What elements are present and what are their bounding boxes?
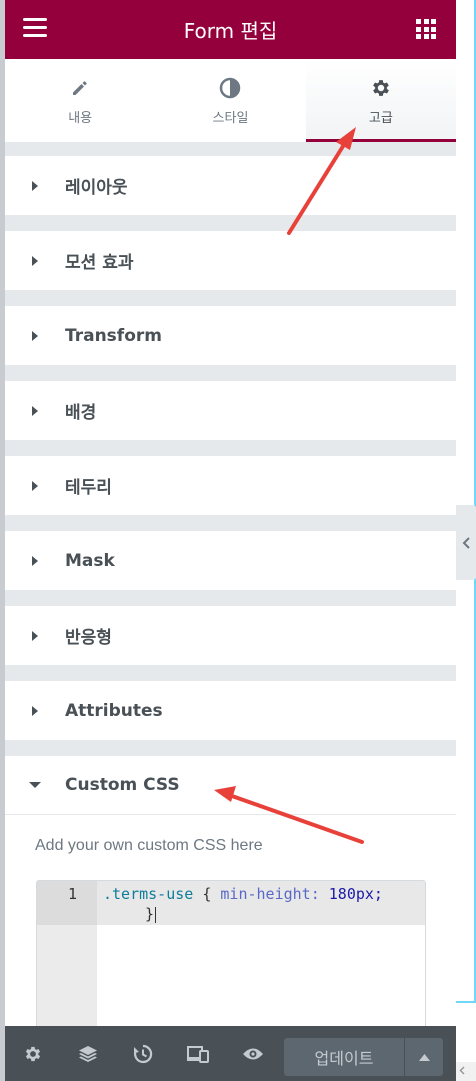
section-responsive[interactable]: 반응형 <box>5 606 456 665</box>
gear-icon <box>25 1046 40 1061</box>
line-number: 1 <box>67 885 77 903</box>
section-label: Mask <box>65 550 115 571</box>
section-transform[interactable]: Transform <box>5 306 456 365</box>
preview-button[interactable] <box>225 1026 280 1081</box>
section-label: 테두리 <box>65 478 112 498</box>
css-code-editor[interactable]: 1 .terms-use { min-height: 180px; } <box>36 880 426 1040</box>
caret-right-icon <box>5 180 65 191</box>
contrast-icon <box>219 75 241 101</box>
code-close-brace: } <box>145 905 155 923</box>
caret-right-icon <box>5 630 65 641</box>
chevron-left-icon <box>459 1066 465 1075</box>
code-line: .terms-use { min-height: 180px; <box>103 885 383 903</box>
caret-up-icon <box>418 1053 430 1061</box>
section-mask[interactable]: Mask <box>5 531 456 590</box>
caret-right-icon <box>5 555 65 566</box>
widgets-grid-icon[interactable] <box>416 19 436 39</box>
tab-label: 고급 <box>368 111 393 126</box>
pencil-icon <box>70 75 90 101</box>
section-background[interactable]: 배경 <box>5 381 456 440</box>
code-property: min-height: <box>220 885 320 903</box>
eye-icon <box>242 1048 263 1059</box>
devices-icon <box>186 1045 209 1063</box>
save-options-button[interactable] <box>405 1038 443 1076</box>
horizontal-scrollbar[interactable] <box>456 1062 476 1081</box>
caret-right-icon <box>5 255 65 266</box>
code-value: 180px; <box>328 885 383 903</box>
code-open-brace: { <box>202 885 212 903</box>
section-label: Custom CSS <box>65 775 180 795</box>
chevron-left-icon <box>462 536 470 549</box>
editor-panel: Form 편집 내용 스타일 고급 레이아웃 모션 효과 Transform 배… <box>5 0 456 1081</box>
tab-bar: 내용 스타일 고급 <box>5 59 456 142</box>
history-icon <box>133 1044 152 1063</box>
section-label: 배경 <box>65 403 97 423</box>
custom-css-body: Add your own custom CSS here 1 .terms-us… <box>5 815 456 1040</box>
section-label: Attributes <box>65 700 163 721</box>
section-attributes[interactable]: Attributes <box>5 681 456 740</box>
panel-header: Form 편집 <box>5 0 456 59</box>
caret-right-icon <box>5 705 65 716</box>
tab-label: 스타일 <box>212 111 249 126</box>
caret-down-icon <box>5 781 65 789</box>
section-custom-css[interactable]: Custom CSS <box>5 756 456 815</box>
tab-advanced[interactable]: 고급 <box>305 59 456 142</box>
update-button[interactable]: 업데이트 <box>284 1038 404 1076</box>
navigator-button[interactable] <box>60 1026 115 1081</box>
menu-icon[interactable] <box>23 18 47 40</box>
panel-footer: 업데이트 <box>5 1026 456 1081</box>
tab-style[interactable]: 스타일 <box>155 59 305 142</box>
text-cursor <box>155 906 157 923</box>
gear-icon <box>370 75 392 101</box>
caret-right-icon <box>5 330 65 341</box>
section-motion-effects[interactable]: 모션 효과 <box>5 231 456 290</box>
history-button[interactable] <box>115 1026 170 1081</box>
section-label: 반응형 <box>65 628 112 648</box>
settings-button[interactable] <box>5 1026 60 1081</box>
section-label: Transform <box>65 325 162 346</box>
section-border[interactable]: 테두리 <box>5 456 456 515</box>
section-layout[interactable]: 레이아웃 <box>5 156 456 215</box>
panel-collapse-handle[interactable] <box>456 505 476 580</box>
caret-right-icon <box>5 480 65 491</box>
code-line: } <box>145 905 157 923</box>
responsive-mode-button[interactable] <box>170 1026 225 1081</box>
preview-frame-border <box>456 0 476 1003</box>
layers-icon <box>78 1045 97 1062</box>
page-title: Form 편집 <box>183 19 278 43</box>
section-label: 레이아웃 <box>65 178 128 198</box>
section-label: 모션 효과 <box>65 253 134 273</box>
caret-right-icon <box>5 405 65 416</box>
tab-content[interactable]: 내용 <box>5 59 155 142</box>
custom-css-description: Add your own custom CSS here <box>35 837 263 854</box>
code-selector: .terms-use <box>103 885 194 903</box>
tab-label: 내용 <box>68 111 93 126</box>
